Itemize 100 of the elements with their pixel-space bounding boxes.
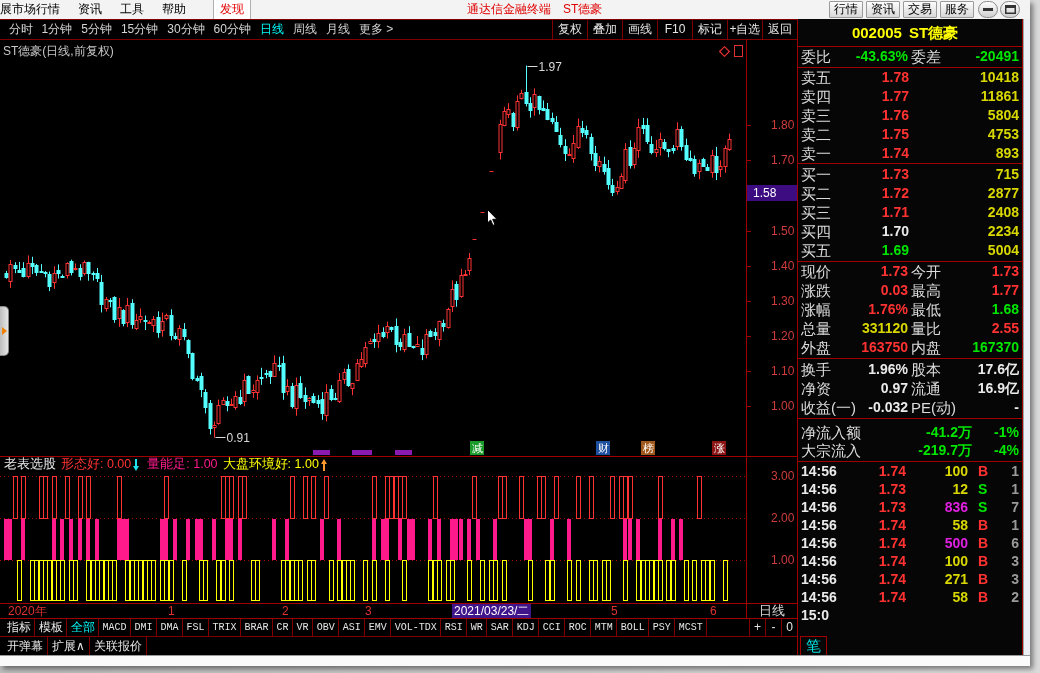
quote-label: 量比	[911, 319, 941, 338]
indicator-tab[interactable]: RSI	[441, 619, 468, 636]
quote-value: 1.68	[991, 301, 1019, 318]
quote-value: -0.032	[868, 399, 908, 416]
period-tab[interactable]: 15分钟	[116, 22, 163, 37]
period-tab[interactable]: 分时	[4, 22, 37, 37]
quote-label: 现价	[801, 262, 831, 281]
top-menu-button[interactable]: 服务	[940, 1, 974, 18]
menu-item[interactable]: 发现	[213, 0, 251, 19]
info-marker-icon[interactable]	[352, 450, 372, 455]
collapse-handle[interactable]	[0, 306, 9, 356]
flow-label: 大宗流入	[801, 441, 861, 460]
date-axis-label: 6	[709, 604, 718, 618]
flow-amount: -41.2万	[925, 424, 972, 441]
maximize-button[interactable]	[1000, 1, 1020, 18]
trade-price: 1.74	[877, 588, 906, 606]
period-tab[interactable]: 周线	[288, 22, 322, 37]
indicator-tab[interactable]: VR	[293, 619, 314, 636]
indicator-tab[interactable]: 指标	[3, 619, 35, 636]
cursor-price-label: 1.58	[747, 185, 797, 201]
trade-price: 1.74	[877, 534, 906, 552]
quote-value: 17.6亿	[977, 361, 1019, 378]
info-marker-icon[interactable]	[395, 450, 412, 455]
indicator-tab[interactable]: CR	[273, 619, 294, 636]
indicator-tab[interactable]: OBV	[313, 619, 340, 636]
indicator-tab[interactable]: DMA	[157, 619, 184, 636]
flow-amount: -219.7万	[917, 442, 972, 459]
order-volume: 2877	[986, 185, 1019, 202]
period-tab[interactable]: 日线	[255, 22, 289, 37]
event-tag[interactable]: 涨	[712, 441, 726, 455]
period-tab[interactable]: 60分钟	[209, 22, 256, 37]
indicator-tab[interactable]: FSL	[183, 619, 210, 636]
indicator-tab[interactable]: VOL-TDX	[391, 619, 442, 636]
quote-value: 1.96%	[868, 361, 908, 378]
trade-side: B	[977, 462, 990, 480]
event-tag[interactable]: 榜	[641, 441, 655, 455]
trade-price: 1.73	[877, 480, 906, 498]
chart-title: ST德豪(日线,前复权)	[3, 44, 114, 58]
indicator-tab[interactable]: 全部	[67, 619, 99, 636]
quote-label: 涨跌	[801, 281, 831, 300]
indicator-tab[interactable]: MTM	[591, 619, 618, 636]
top-menu-button[interactable]: 行情	[829, 1, 863, 18]
menu-item[interactable]: 资讯	[69, 0, 111, 19]
indicator-tab[interactable]: DMI	[131, 619, 158, 636]
event-tag[interactable]: 减	[470, 441, 484, 455]
top-menu-button[interactable]: 交易	[903, 1, 937, 18]
period-tab[interactable]: 5分钟	[76, 22, 117, 37]
trade-side: B	[977, 516, 990, 534]
price-axis-label: 1.50	[771, 224, 795, 238]
indicator-tab[interactable]: WR	[467, 619, 488, 636]
quote-label: 涨幅	[801, 300, 831, 319]
indicator-tab[interactable]: MCST	[675, 619, 708, 636]
more-periods-link[interactable]: 更多 >	[354, 22, 398, 37]
indicator-tab[interactable]: PSY	[649, 619, 676, 636]
indicator-tab[interactable]: EMV	[365, 619, 392, 636]
flow-share: -1%	[993, 424, 1019, 441]
order-level-label: 卖四	[801, 87, 832, 106]
trade-count: 7	[1010, 498, 1019, 516]
order-level-label: 卖五	[801, 68, 832, 87]
trade-count: 1	[1010, 516, 1019, 534]
menu-item[interactable]: 工具	[111, 0, 153, 19]
stock-code: 002005	[851, 23, 902, 42]
toolbar-button[interactable]: +自选	[727, 20, 762, 39]
indicator-tab[interactable]: MACD	[99, 619, 131, 636]
period-tab[interactable]: 月线	[321, 22, 355, 37]
indicator-tab[interactable]: TRIX	[209, 619, 242, 636]
trade-time: 14:56	[801, 570, 838, 588]
indicator-tab[interactable]: ASI	[339, 619, 366, 636]
trade-time: 14:56	[801, 480, 838, 498]
order-volume: 4753	[986, 126, 1019, 143]
indicator-tab[interactable]: SAR	[487, 619, 514, 636]
maximize-icon	[1004, 5, 1016, 14]
menu-item[interactable]: 帮助	[153, 0, 195, 19]
order-level-label: 卖一	[801, 144, 832, 163]
trade-side: B	[977, 534, 990, 552]
order-price: 1.73	[880, 166, 909, 183]
event-tag[interactable]: 财	[596, 441, 610, 455]
trade-price: 1.73	[877, 498, 906, 516]
order-price: 1.71	[880, 204, 909, 221]
trade-time: 14:56	[801, 552, 838, 570]
indicator-tab[interactable]: 模板	[35, 619, 67, 636]
indicator-tab[interactable]: BOLL	[617, 619, 650, 636]
trade-volume: 100	[943, 462, 968, 480]
panel-toggle-icon	[734, 45, 743, 57]
trade-volume: 100	[943, 552, 968, 570]
top-menu-button[interactable]: 资讯	[866, 1, 900, 18]
indicator-tab[interactable]: ROC	[565, 619, 592, 636]
order-volume: 715	[994, 166, 1019, 183]
info-marker-icon[interactable]	[313, 450, 330, 455]
trade-volume: 12	[951, 480, 968, 498]
order-volume: 5004	[986, 242, 1019, 259]
indicator-tab[interactable]: BRAR	[241, 619, 274, 636]
period-tab[interactable]: 1分钟	[37, 22, 77, 37]
minimize-button[interactable]	[978, 1, 998, 18]
period-tab[interactable]: 30分钟	[162, 22, 210, 37]
trade-price: 1.74	[877, 516, 906, 534]
order-price: 1.74	[880, 145, 909, 162]
indicator-tab[interactable]: CCI	[539, 619, 566, 636]
indicator-tab[interactable]: KDJ	[513, 619, 540, 636]
menu-item[interactable]: 展市场行情	[0, 0, 69, 19]
